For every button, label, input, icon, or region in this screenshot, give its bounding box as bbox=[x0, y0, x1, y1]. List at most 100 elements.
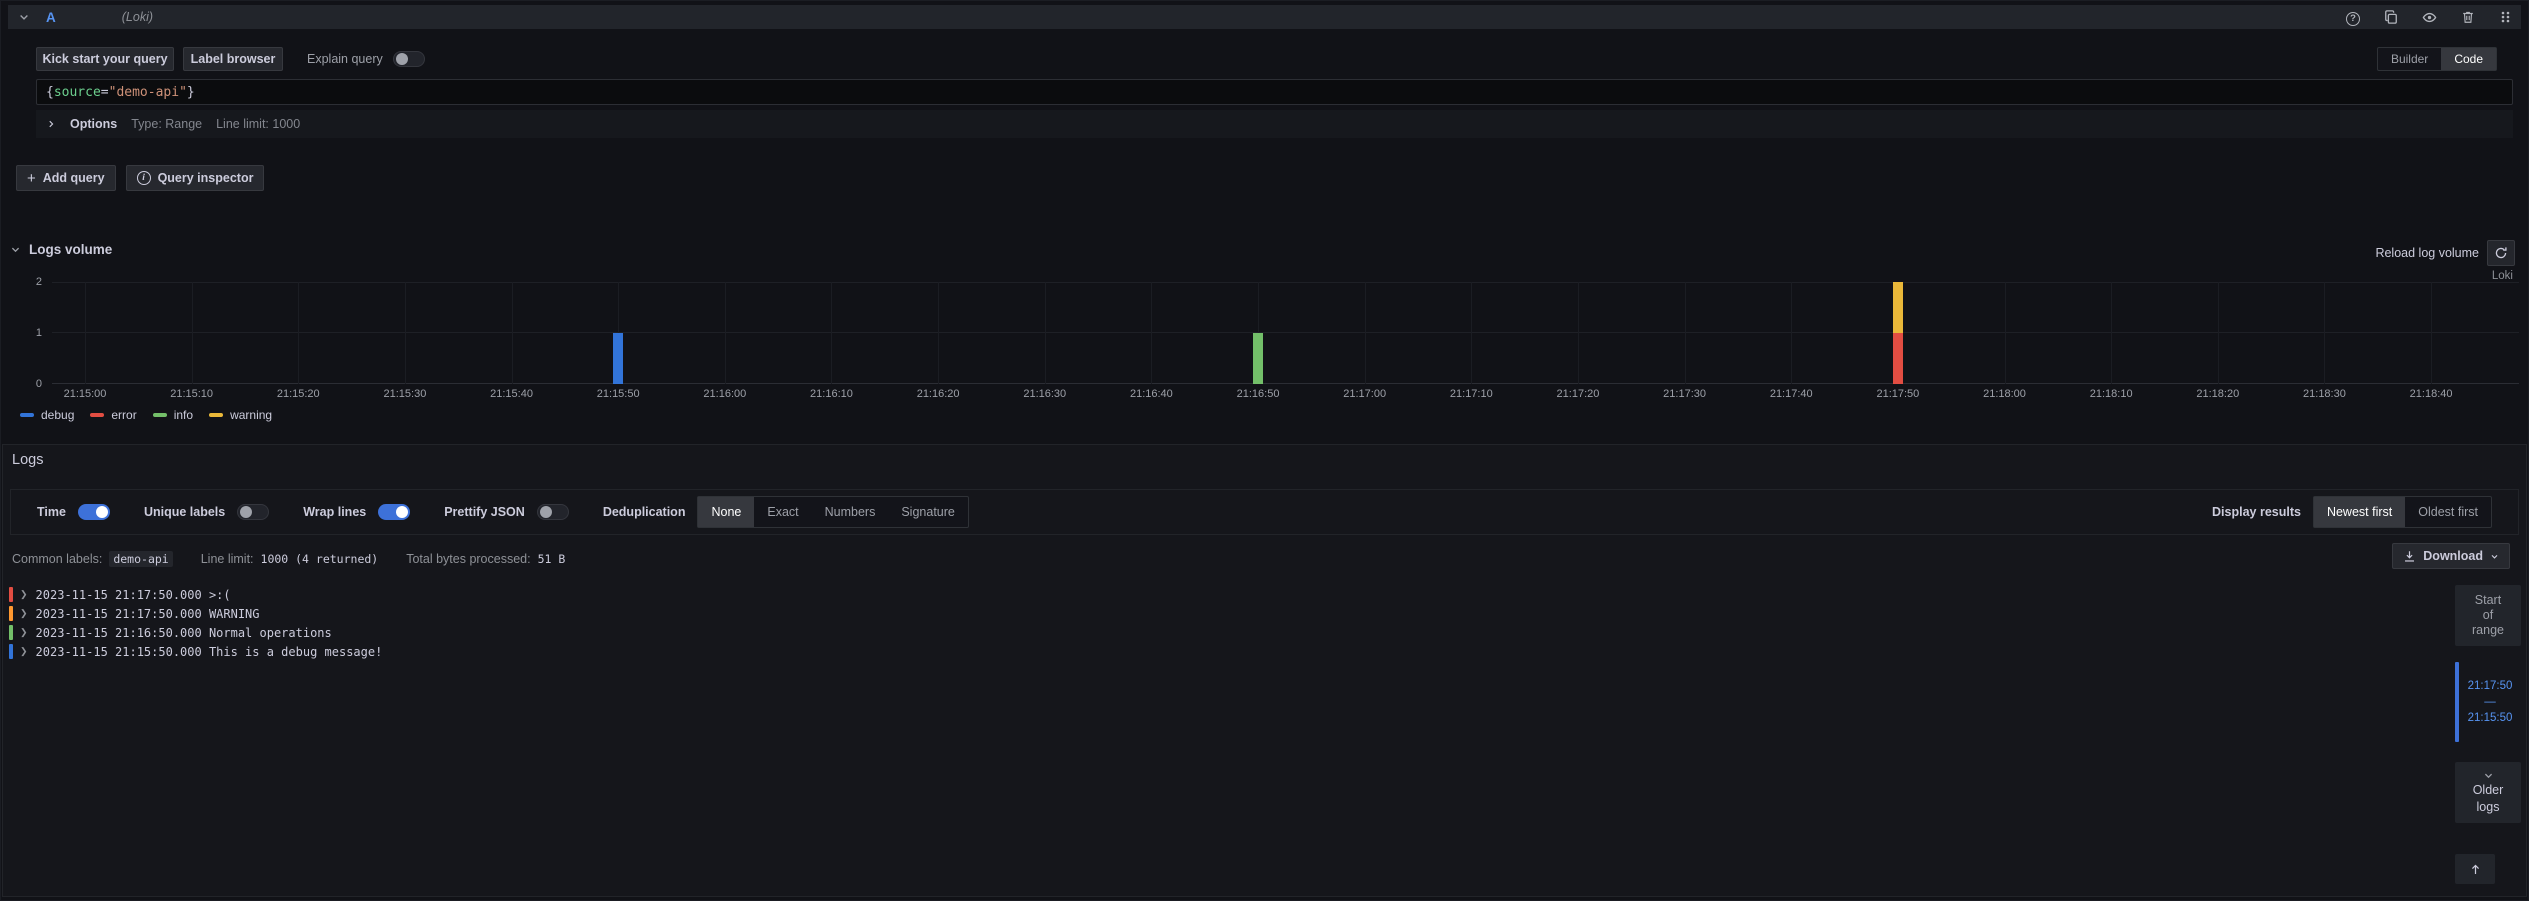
x-tick-label: 21:17:50 bbox=[1876, 388, 1919, 400]
common-labels-value: demo-api bbox=[109, 551, 172, 567]
gridline-x bbox=[2218, 282, 2219, 384]
datasource-label: (Loki) bbox=[122, 10, 153, 24]
gridline-x bbox=[831, 282, 832, 384]
copy-icon[interactable] bbox=[2384, 10, 2398, 24]
y-tick-label: 1 bbox=[16, 327, 42, 339]
x-tick-label: 21:16:00 bbox=[703, 388, 746, 400]
x-tick-label: 21:16:20 bbox=[917, 388, 960, 400]
expand-chevron-icon[interactable]: ❯ bbox=[20, 589, 28, 600]
dedup-option-none[interactable]: None bbox=[698, 497, 754, 527]
query-ref-id: A bbox=[46, 10, 56, 25]
range-from: 21:17:50 bbox=[2468, 680, 2513, 692]
gridline-x bbox=[725, 282, 726, 384]
kick-start-query-button[interactable]: Kick start your query bbox=[36, 47, 174, 71]
explain-query-toggle[interactable] bbox=[393, 51, 425, 67]
line-limit-value: 1000 (4 returned) bbox=[261, 552, 379, 566]
expand-chevron-icon[interactable]: ❯ bbox=[20, 627, 28, 638]
legend-label: info bbox=[174, 408, 193, 422]
eye-icon[interactable] bbox=[2422, 10, 2437, 25]
bar-warning-21:17:50[interactable] bbox=[1893, 282, 1903, 333]
download-button[interactable]: Download bbox=[2392, 543, 2510, 569]
chevron-down-icon bbox=[2490, 552, 2499, 561]
display-option-newest-first[interactable]: Newest first bbox=[2314, 497, 2405, 527]
log-line-text: 2023-11-15 21:16:50.000 Normal operation… bbox=[36, 626, 332, 640]
query-options-row[interactable]: Options Type: Range Line limit: 1000 bbox=[36, 110, 2513, 138]
query-editor-input[interactable]: {source="demo-api"} bbox=[36, 79, 2513, 105]
logs-toggles: TimeUnique labelsWrap linesPrettify JSON bbox=[37, 504, 603, 520]
label-browser-button[interactable]: Label browser bbox=[183, 47, 283, 71]
x-tick-label: 21:15:50 bbox=[597, 388, 640, 400]
log-row-debug[interactable]: ❯2023-11-15 21:15:50.000 This is a debug… bbox=[9, 642, 2436, 661]
logs-volume-header[interactable]: Logs volume bbox=[10, 242, 112, 257]
legend-label: warning bbox=[230, 408, 272, 422]
add-query-button[interactable]: + Add query bbox=[16, 165, 116, 191]
time-toggle[interactable] bbox=[78, 504, 110, 520]
legend-label: error bbox=[111, 408, 136, 422]
dedup-option-signature[interactable]: Signature bbox=[888, 497, 968, 527]
x-tick-label: 21:18:10 bbox=[2090, 388, 2133, 400]
gridline-x bbox=[512, 282, 513, 384]
gridline-x bbox=[1365, 282, 1366, 384]
display-option-oldest-first[interactable]: Oldest first bbox=[2405, 497, 2491, 527]
logs-volume-chart[interactable] bbox=[52, 282, 2519, 384]
start-of-range-button[interactable]: Start of range bbox=[2455, 585, 2521, 646]
collapse-chevron-icon[interactable] bbox=[18, 11, 30, 23]
x-tick-label: 21:15:00 bbox=[64, 388, 107, 400]
log-row-info[interactable]: ❯ 2023-11-15 21:16:50.000 Normal operatio… bbox=[9, 623, 2436, 642]
log-level-indicator-info bbox=[9, 625, 13, 640]
logs-meta-row: Common labels: demo-api Line limit: 1000… bbox=[12, 551, 565, 567]
bar-error-21:17:50[interactable] bbox=[1893, 333, 1903, 384]
common-labels-label: Common labels: bbox=[12, 552, 102, 566]
gridline-x bbox=[405, 282, 406, 384]
y-tick-label: 2 bbox=[16, 276, 42, 288]
explain-query-label: Explain query bbox=[307, 52, 383, 66]
x-tick-label: 21:16:10 bbox=[810, 388, 853, 400]
chevron-right-icon bbox=[46, 119, 56, 129]
log-line-text: 2023-11-15 21:17:50.000 WARNING bbox=[36, 607, 260, 621]
log-row-error[interactable]: ❯2023-11-15 21:17:50.000 >:( bbox=[9, 585, 2436, 604]
trash-icon[interactable] bbox=[2461, 10, 2475, 24]
dedup-option-numbers[interactable]: Numbers bbox=[812, 497, 889, 527]
toggle-knob bbox=[396, 506, 408, 518]
log-range-indicator[interactable]: 21:17:50 — 21:15:50 bbox=[2455, 662, 2521, 742]
toggle-control-unique-labels: Unique labels bbox=[144, 504, 269, 520]
reload-icon[interactable] bbox=[2487, 240, 2515, 266]
log-rows-list: ❯2023-11-15 21:17:50.000 >:(❯2023-11-15 … bbox=[9, 585, 2436, 661]
legend-item-debug[interactable]: debug bbox=[20, 408, 74, 422]
prettify-json-toggle[interactable] bbox=[537, 504, 569, 520]
gridline-y-1 bbox=[52, 332, 2519, 333]
bar-info-21:16:50[interactable] bbox=[1253, 333, 1263, 384]
scroll-to-top-button[interactable] bbox=[2455, 854, 2495, 884]
x-tick-label: 21:16:40 bbox=[1130, 388, 1173, 400]
drag-handle-icon[interactable] bbox=[2499, 10, 2511, 24]
legend-item-warning[interactable]: warning bbox=[209, 408, 272, 422]
legend-item-error[interactable]: error bbox=[90, 408, 136, 422]
chevron-down-icon bbox=[2483, 770, 2494, 781]
x-tick-label: 21:18:30 bbox=[2303, 388, 2346, 400]
editor-mode-option-code[interactable]: Code bbox=[2441, 48, 2496, 70]
legend-swatch-warning bbox=[209, 413, 223, 417]
grafana-explore-view: A (Loki) ? Kick start your query Label b… bbox=[0, 0, 2529, 901]
range-dash: — bbox=[2484, 696, 2496, 708]
up-arrow-icon bbox=[2469, 863, 2482, 876]
editor-mode-option-builder[interactable]: Builder bbox=[2378, 48, 2441, 70]
deduplication-group: NoneExactNumbersSignature bbox=[697, 496, 968, 528]
bar-debug-21:15:50[interactable] bbox=[613, 333, 623, 384]
help-icon[interactable]: ? bbox=[2346, 8, 2360, 26]
query-row-header[interactable]: A (Loki) ? bbox=[8, 5, 2521, 29]
reload-log-volume-label[interactable]: Reload log volume bbox=[2375, 246, 2479, 260]
logs-volume-panel: Logs volume Reload log volume Loki 012 2… bbox=[8, 236, 2521, 438]
query-inspector-button[interactable]: i Query inspector bbox=[126, 165, 265, 191]
actions-row: + Add query i Query inspector bbox=[16, 165, 264, 191]
older-logs-button[interactable]: Older logs bbox=[2455, 762, 2521, 823]
logs-controls-bar: TimeUnique labelsWrap linesPrettify JSON… bbox=[10, 489, 2519, 535]
toggle-label: Wrap lines bbox=[303, 505, 366, 519]
unique-labels-toggle[interactable] bbox=[237, 504, 269, 520]
expand-chevron-icon[interactable]: ❯ bbox=[20, 646, 28, 657]
wrap-lines-toggle[interactable] bbox=[378, 504, 410, 520]
toggle-knob bbox=[96, 506, 108, 518]
log-row-warning[interactable]: ❯ 2023-11-15 21:17:50.000 WARNING bbox=[9, 604, 2436, 623]
expand-chevron-icon[interactable]: ❯ bbox=[20, 608, 28, 619]
legend-item-info[interactable]: info bbox=[153, 408, 193, 422]
dedup-option-exact[interactable]: Exact bbox=[754, 497, 811, 527]
